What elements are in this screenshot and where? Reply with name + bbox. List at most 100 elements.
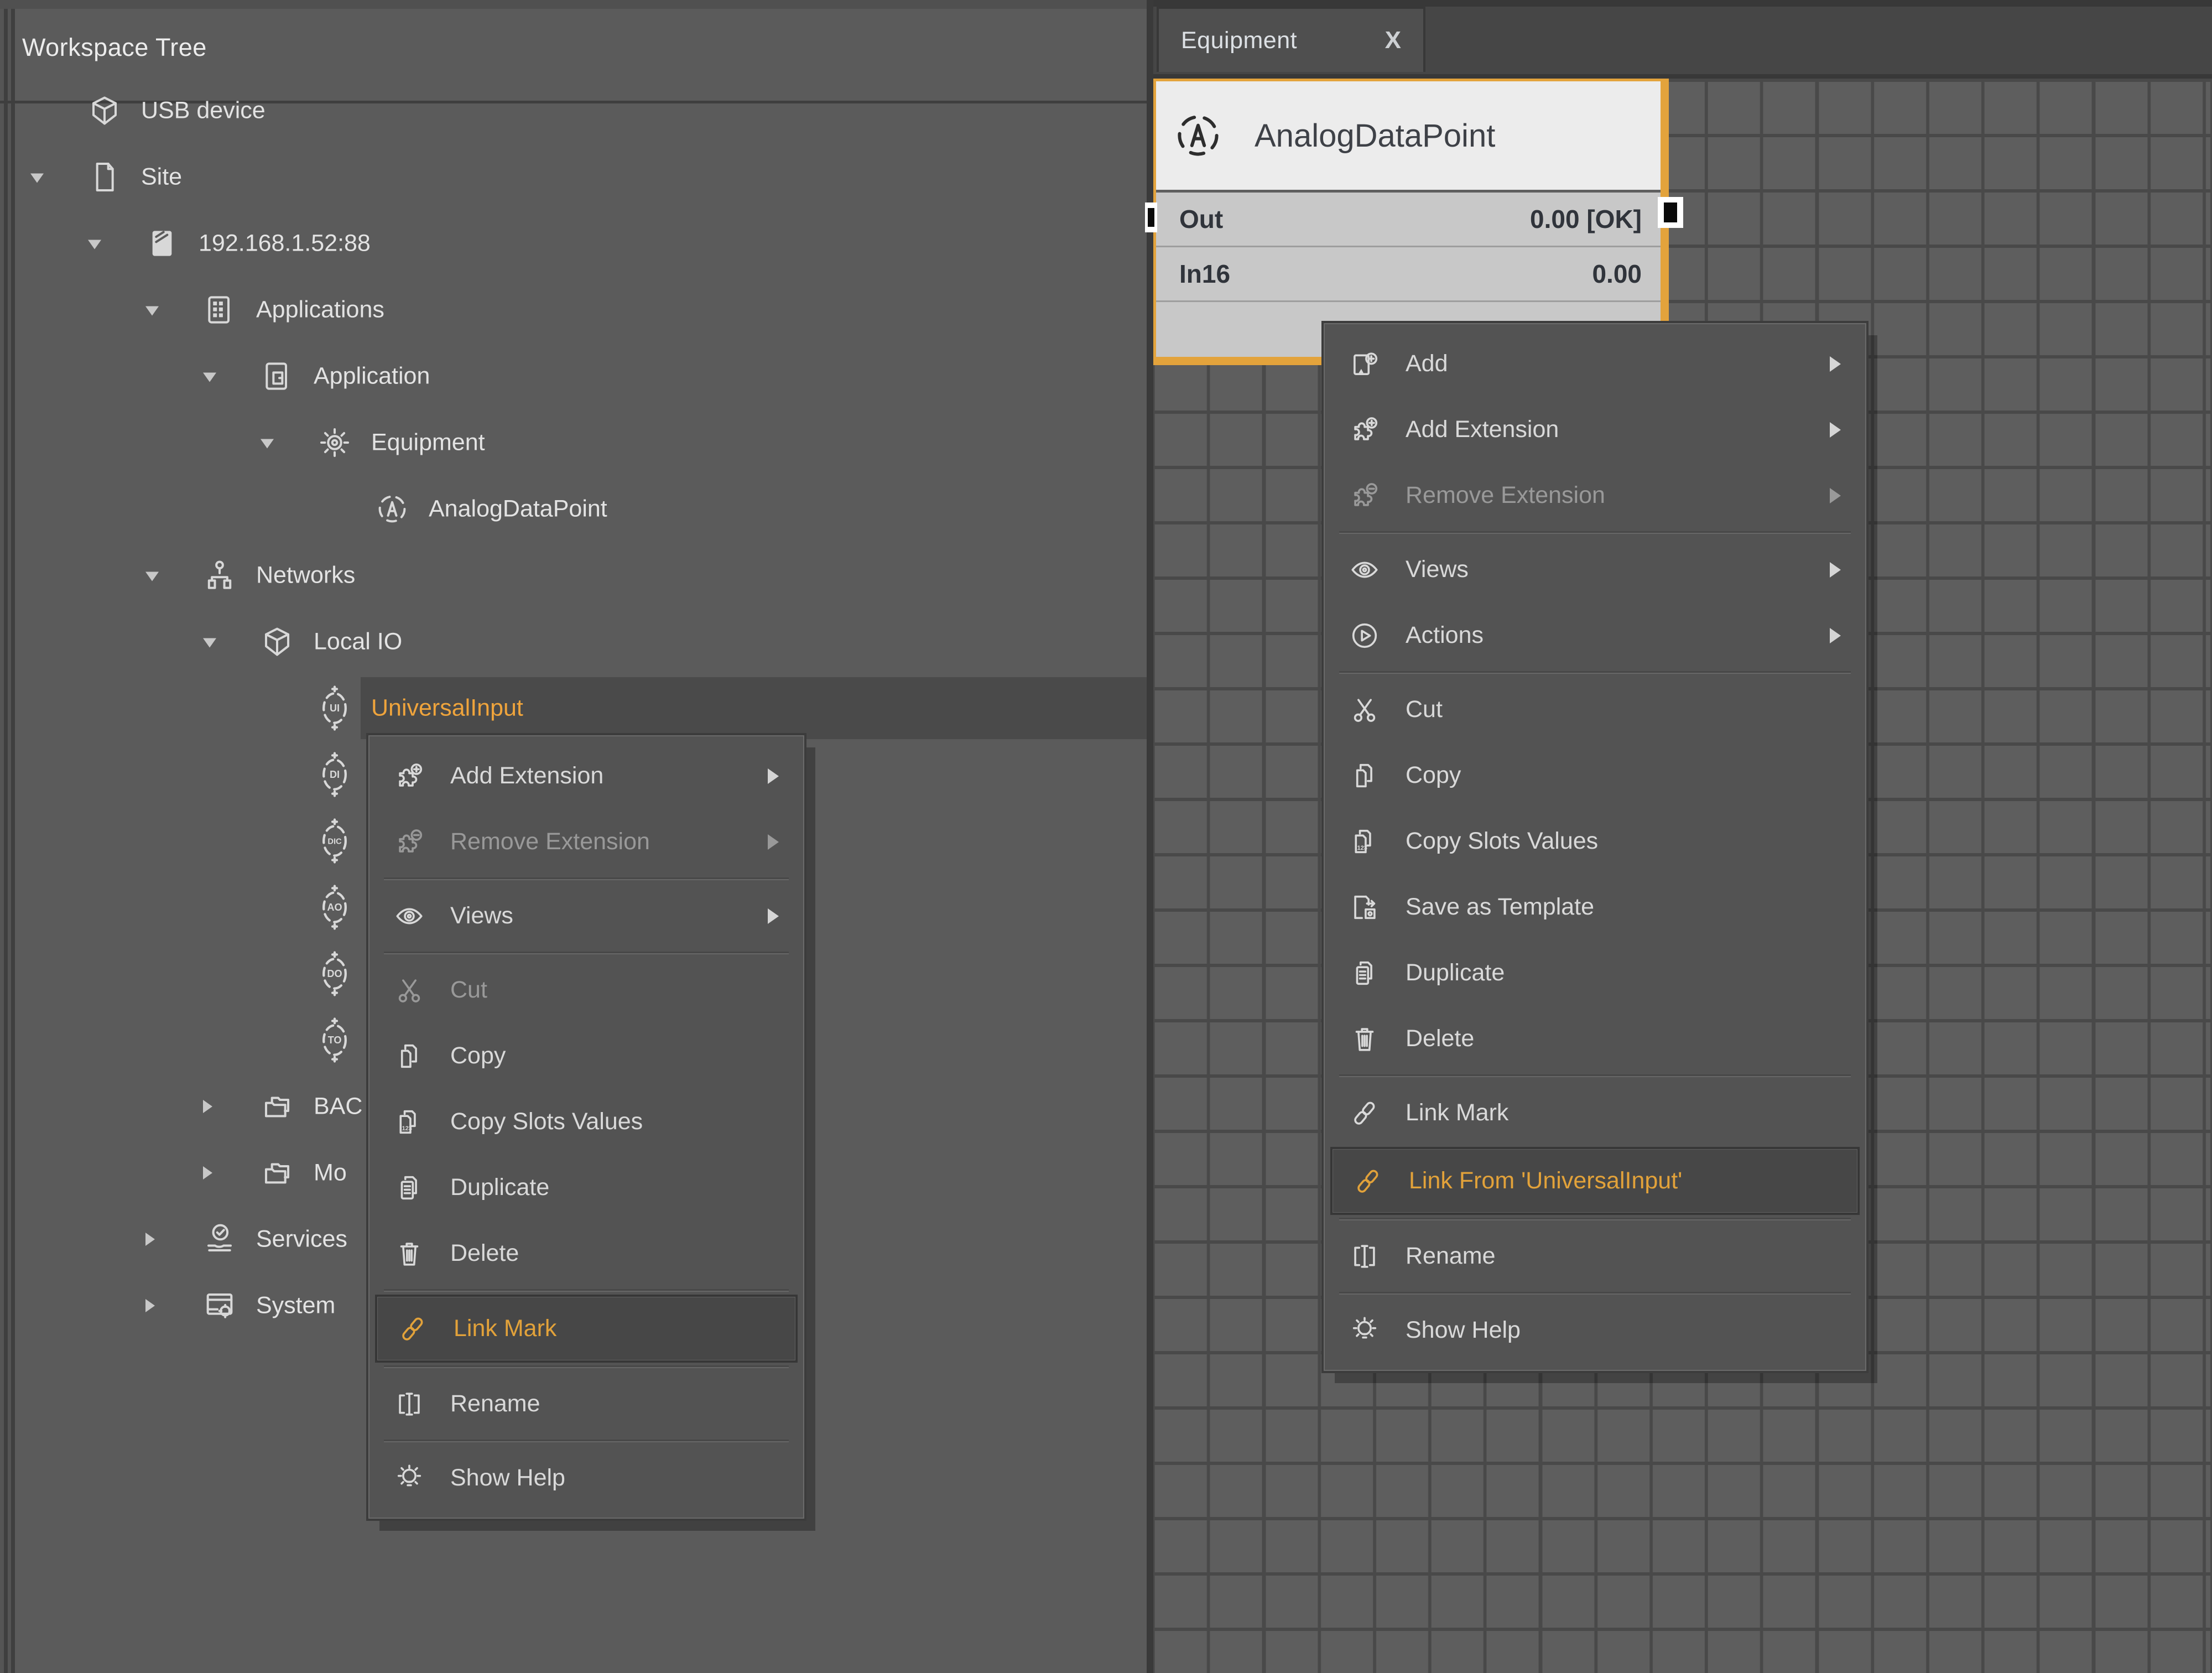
menu-item-copy[interactable]: Copy	[369, 1023, 803, 1089]
menu-item-add-extension[interactable]: Add Extension	[1325, 397, 1865, 463]
tree-item-label: AnalogDataPoint	[429, 496, 607, 523]
context-menu-universalinput: Add ExtensionRemove Extension Views Cut Cop…	[368, 735, 804, 1519]
puzzle-plus-icon	[1339, 406, 1390, 454]
tree-item-networks[interactable]: Networks	[0, 542, 1147, 609]
menu-item-copy-slots-values[interactable]: 123Copy Slots Values	[369, 1089, 803, 1155]
panel-title: Workspace Tree	[22, 33, 207, 62]
menu-item-show-help[interactable]: Show Help	[1325, 1297, 1865, 1363]
menu-item-label: Cut	[450, 976, 487, 1004]
menu-separator	[1339, 1218, 1851, 1220]
block-header[interactable]: AnalogDataPoint	[1156, 81, 1661, 190]
collapse-arrow-icon[interactable]	[30, 174, 44, 183]
submenu-arrow-icon	[1830, 562, 1841, 578]
chain-icon	[387, 1305, 438, 1353]
slot-row-in16[interactable]: In16 0.00	[1156, 246, 1661, 300]
tree-item-label: Site	[141, 164, 182, 191]
menu-item-add[interactable]: Add	[1325, 331, 1865, 397]
menu-item-rename[interactable]: Rename	[369, 1371, 803, 1437]
analog-data-point-block[interactable]: AnalogDataPoint Out 0.00 [OK] In16 0.00	[1153, 79, 1669, 365]
submenu-arrow-icon	[1830, 422, 1841, 438]
menu-separator	[1339, 1074, 1851, 1077]
collapse-arrow-icon[interactable]	[203, 638, 216, 648]
tree-item-site[interactable]: Site	[0, 144, 1147, 210]
menu-item-delete[interactable]: Delete	[369, 1220, 803, 1286]
expand-arrow-icon[interactable]	[145, 1299, 155, 1312]
analog-point-icon	[369, 480, 415, 538]
puzzle-minus-icon	[1339, 472, 1390, 519]
menu-item-add-extension[interactable]: Add Extension	[369, 743, 803, 809]
menu-item-rename[interactable]: Rename	[1325, 1223, 1865, 1289]
tab-equipment[interactable]: Equipment X	[1157, 7, 1425, 72]
menu-item-label: Link Mark	[1406, 1099, 1508, 1126]
menu-item-views[interactable]: Views	[369, 883, 803, 949]
tree-item-usb-device[interactable]: USB device	[0, 77, 1147, 144]
services-icon	[196, 1210, 243, 1268]
menu-item-copy[interactable]: Copy	[1325, 742, 1865, 808]
menu-item-copy-slots-values[interactable]: 123Copy Slots Values	[1325, 808, 1865, 874]
collapse-arrow-icon[interactable]	[145, 306, 159, 316]
slot-value: 0.00	[1592, 259, 1661, 289]
menu-item-duplicate[interactable]: Duplicate	[1325, 940, 1865, 1006]
menu-item-actions[interactable]: Actions	[1325, 602, 1865, 668]
menu-item-delete[interactable]: Delete	[1325, 1006, 1865, 1072]
tree-item-local-io[interactable]: Local IO	[0, 609, 1147, 675]
menu-item-cut[interactable]: Cut	[1325, 677, 1865, 742]
expand-arrow-icon[interactable]	[203, 1166, 212, 1180]
tree-item-label: Services	[256, 1226, 347, 1253]
svg-text:TO: TO	[328, 1035, 342, 1046]
context-menu-analogdatapoint: AddAdd Extension Remove Extension ViewsAct…	[1324, 323, 1866, 1371]
menu-item-link-mark[interactable]: Link Mark	[375, 1295, 798, 1363]
tag-icon: DIC	[311, 812, 358, 870]
menu-item-label: Cut	[1406, 696, 1443, 723]
slot-row-out[interactable]: Out 0.00 [OK]	[1156, 193, 1661, 246]
out-slot-left-pin[interactable]	[1145, 202, 1157, 232]
copy-123-icon: 123	[384, 1098, 435, 1146]
bulb-icon	[1339, 1307, 1390, 1354]
analog-point-icon	[1172, 109, 1225, 162]
scissors-icon	[384, 967, 435, 1014]
menu-separator	[384, 1365, 789, 1368]
menu-item-cut[interactable]: Cut	[369, 957, 803, 1023]
collapse-arrow-icon[interactable]	[203, 373, 216, 382]
menu-separator	[1339, 531, 1851, 534]
menu-item-label: Remove Extension	[1406, 482, 1605, 509]
out-slot-right-pin[interactable]	[1658, 197, 1683, 228]
expand-arrow-icon[interactable]	[145, 1233, 155, 1246]
tree-item-label: UniversalInput	[371, 695, 523, 722]
tab-close-icon[interactable]: X	[1385, 27, 1401, 54]
tree-item-label: Application	[314, 363, 430, 390]
tree-item-label: BAC	[314, 1093, 362, 1120]
tree-item-label: 192.168.1.52:88	[199, 230, 371, 257]
menu-item-label: Copy	[450, 1042, 506, 1069]
tag-icon: AO	[311, 879, 358, 936]
tree-item-label: Equipment	[371, 429, 485, 456]
collapse-arrow-icon[interactable]	[261, 439, 274, 449]
collapse-arrow-icon[interactable]	[88, 240, 101, 250]
tree-item-applications[interactable]: Applications	[0, 277, 1147, 343]
tree-item-equipment[interactable]: Equipment	[0, 409, 1147, 476]
menu-item-show-help[interactable]: Show Help	[369, 1445, 803, 1511]
submenu-arrow-icon	[768, 908, 779, 924]
expand-arrow-icon[interactable]	[203, 1100, 212, 1113]
menu-item-duplicate[interactable]: Duplicate	[369, 1155, 803, 1220]
tree-item-label: Networks	[256, 562, 355, 589]
panel-splitter[interactable]	[1147, 0, 1153, 1673]
menu-item-label: Copy Slots Values	[1406, 828, 1598, 855]
collapse-arrow-icon[interactable]	[145, 572, 159, 581]
menu-item-label: Rename	[1406, 1243, 1496, 1270]
menu-item-views[interactable]: Views	[1325, 537, 1865, 602]
tree-item-analogdatapoint[interactable]: AnalogDataPoint	[0, 476, 1147, 542]
menu-item-remove-extension[interactable]: Remove Extension	[1325, 463, 1865, 528]
tree-item-192-168-1-52-88[interactable]: 192.168.1.52:88	[0, 210, 1147, 277]
tree-item-application[interactable]: Application	[0, 343, 1147, 409]
menu-item-remove-extension[interactable]: Remove Extension	[369, 809, 803, 875]
slot-name: In16	[1156, 259, 1230, 289]
tree-item-universalinput[interactable]: UIUniversalInput	[0, 675, 1147, 741]
menu-item-link-from-universalinput[interactable]: Link From 'UniversalInput'	[1330, 1147, 1860, 1215]
menu-item-link-mark[interactable]: Link Mark	[1325, 1080, 1865, 1146]
menu-item-save-as-template[interactable]: Save as Template	[1325, 874, 1865, 940]
menu-item-label: Show Help	[450, 1464, 565, 1492]
scissors-icon	[1339, 686, 1390, 734]
rename-icon	[384, 1380, 435, 1428]
menu-item-label: Copy	[1406, 762, 1461, 789]
